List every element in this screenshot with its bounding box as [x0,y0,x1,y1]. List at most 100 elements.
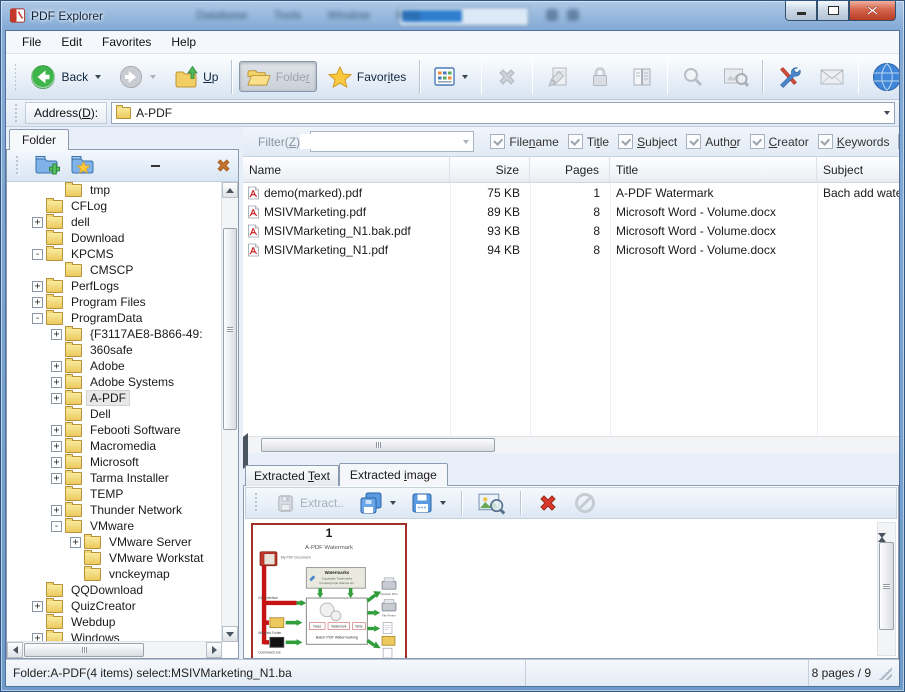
scroll-down-arrow[interactable] [222,626,238,642]
close-panel-button[interactable] [212,154,234,178]
expand-toggle[interactable] [70,553,81,564]
expand-toggle[interactable]: - [51,521,62,532]
tree-item[interactable]: + Program Files [7,294,222,310]
scroll-right-arrow[interactable] [206,642,222,658]
tree-item-label[interactable]: vnckeymap [106,567,173,581]
expand-toggle[interactable]: + [32,281,43,292]
expand-toggle[interactable]: + [51,473,62,484]
folder-view-button[interactable]: Folder [239,61,317,92]
tree-item[interactable]: tmp [7,182,222,198]
tree-item-label[interactable]: Febooti Software [87,423,184,437]
list-horizontal-scrollbar[interactable] [243,436,899,453]
file-row[interactable]: MSIVMarketing_N1.bak.pdf 93 KB 8 Microso… [243,221,899,240]
tree-item-label[interactable]: 360safe [87,343,136,357]
expand-toggle[interactable]: + [51,425,62,436]
extracted-page-thumbnail[interactable]: 1 A-PDF Watermark My PDF Document [251,523,407,658]
filter-checkbox[interactable]: Producer [898,134,899,149]
back-dropdown-caret[interactable] [95,75,101,79]
expand-toggle[interactable] [51,185,62,196]
tree-item[interactable]: + A-PDF [7,390,222,406]
filter-dropdown-caret[interactable] [463,140,469,144]
delete-image-button[interactable] [533,490,563,516]
close-button[interactable] [849,1,896,21]
checkbox-checked-icon[interactable] [898,134,899,149]
expand-toggle[interactable] [51,265,62,276]
tree-item[interactable]: CMSCP [7,262,222,278]
forward-button[interactable] [112,60,163,94]
tree-item-label[interactable]: Adobe Systems [87,375,177,389]
filter-combobox[interactable] [310,131,474,152]
forward-dropdown-caret[interactable] [150,75,156,79]
expand-toggle[interactable]: - [32,249,43,260]
expand-toggle[interactable]: + [32,297,43,308]
tree-item[interactable]: + Adobe Systems [7,374,222,390]
file-row[interactable]: MSIVMarketing.pdf 89 KB 8 Microsoft Word… [243,202,899,221]
file-row[interactable]: MSIVMarketing_N1.pdf 94 KB 8 Microsoft W… [243,240,899,259]
tree-item-label[interactable]: Webdup [68,615,118,629]
tree-item-label[interactable]: CMSCP [87,263,136,277]
tree-vertical-scrollbar[interactable] [221,182,238,642]
tree-item[interactable]: + Microsoft [7,454,222,470]
tree-item[interactable]: Dell [7,406,222,422]
expand-toggle[interactable]: + [51,361,62,372]
menu-item[interactable]: Help [161,33,206,51]
tree-item[interactable]: + PerfLogs [7,278,222,294]
tree-item-label[interactable]: Microsoft [87,455,142,469]
extract-button[interactable]: Extract.. [272,492,348,515]
tree-item-label[interactable]: Thunder Network [87,503,185,517]
expand-toggle[interactable]: + [32,217,43,228]
tree-item-label[interactable]: Program Files [68,295,149,309]
tab-folder[interactable]: Folder [9,129,69,150]
web-home-button[interactable] [865,57,900,97]
expand-toggle[interactable] [32,201,43,212]
filter-checkbox[interactable]: Keywords [818,134,890,149]
security-button[interactable] [581,60,619,94]
expand-toggle[interactable]: + [51,457,62,468]
favorite-folder-button[interactable] [68,154,98,178]
tree-horizontal-scrollbar[interactable] [7,641,222,658]
checkbox-checked-icon[interactable] [686,134,701,149]
tab-extracted-text[interactable]: Extracted Text [245,465,339,486]
maximize-button[interactable] [817,1,849,21]
tree-item[interactable]: CFLog [7,198,222,214]
tree-item[interactable]: - VMware [7,518,222,534]
scroll-thumb[interactable] [879,542,894,630]
addressbar-grip[interactable] [15,104,20,122]
menu-item[interactable]: Favorites [92,33,161,51]
preview-image-button[interactable] [474,490,509,517]
preview-vertical-scrollbar[interactable] [877,522,896,656]
tree-item[interactable]: + Febooti Software [7,422,222,438]
tree-item[interactable]: Webdup [7,614,222,630]
save-dropdown-caret[interactable] [440,501,446,505]
column-header-size[interactable]: Size [450,157,530,182]
filter-checkbox[interactable]: Title [568,134,609,149]
expand-toggle[interactable] [32,585,43,596]
tree-item[interactable]: + QuizCreator [7,598,222,614]
tree-item[interactable]: QQDownload [7,582,222,598]
address-field[interactable]: A-PDF [111,102,895,124]
tree-item-label[interactable]: ProgramData [68,311,145,325]
view-mode-dropdown-caret[interactable] [462,75,468,79]
column-header-subject[interactable]: Subject [817,157,899,182]
cancel-button[interactable] [570,490,600,516]
collapse-panel-button[interactable] [146,154,164,178]
tree-item-label[interactable]: CFLog [68,199,110,213]
up-button[interactable]: Up [167,60,225,94]
tree-item-label[interactable]: VMware [87,519,137,533]
checkbox-checked-icon[interactable] [568,134,583,149]
filter-checkbox[interactable]: Author [686,134,740,149]
expand-toggle[interactable]: + [70,537,81,548]
scroll-thumb[interactable] [24,643,144,657]
edit-properties-button[interactable] [539,60,577,94]
filter-checkbox[interactable]: Creator [750,134,809,149]
tree-item-label[interactable]: tmp [87,183,113,197]
expand-toggle[interactable] [32,233,43,244]
tree-item[interactable]: - ProgramData [7,310,222,326]
tree-item-label[interactable]: Dell [87,407,114,421]
expand-toggle[interactable] [51,409,62,420]
save-image-button[interactable] [407,490,450,516]
tree-item[interactable]: VMware Workstat [7,550,222,566]
settings-button[interactable] [770,60,808,94]
tree-item-label[interactable]: {F3117AE8-B866-49: [87,327,206,341]
tree-item-label[interactable]: Tarma Installer [87,471,172,485]
